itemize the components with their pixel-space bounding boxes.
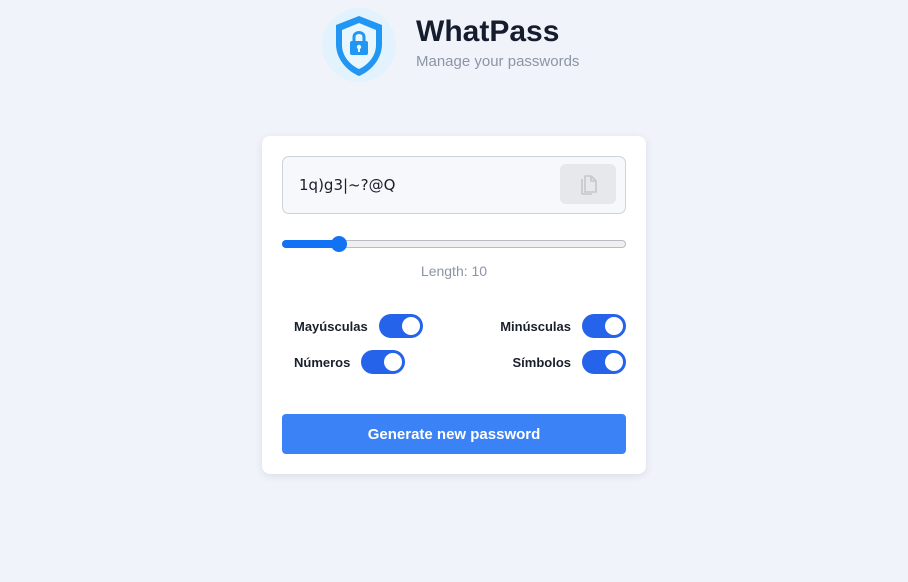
option-numbers: Números xyxy=(294,350,406,374)
app-subtitle: Manage your passwords xyxy=(416,52,580,70)
option-uppercase: Mayúsculas xyxy=(294,314,423,338)
symbols-toggle[interactable] xyxy=(582,350,626,374)
length-label: Length: 10 xyxy=(420,263,488,279)
slider-thumb[interactable] xyxy=(331,236,347,252)
copy-button[interactable] xyxy=(560,164,616,204)
app-header: WhatPass Manage your passwords xyxy=(322,8,579,82)
length-slider[interactable] xyxy=(282,236,626,252)
lowercase-label: Minúsculas xyxy=(500,318,571,334)
generator-card: 1q)g3|~?@Q Length: 10 Mayúsculas Minúscu… xyxy=(262,136,646,474)
toggle-knob xyxy=(384,353,403,371)
copy-icon xyxy=(581,175,597,195)
password-display[interactable]: 1q)g3|~?@Q xyxy=(282,156,626,214)
app-title: WhatPass xyxy=(416,14,560,48)
symbols-label: Símbolos xyxy=(512,354,571,370)
numbers-toggle[interactable] xyxy=(361,350,406,374)
numbers-label: Números xyxy=(294,354,351,370)
toggle-knob xyxy=(401,317,420,335)
shield-lock-icon xyxy=(322,8,396,82)
uppercase-label: Mayúsculas xyxy=(294,318,368,334)
lowercase-toggle[interactable] xyxy=(582,314,626,338)
toggle-knob xyxy=(605,353,623,371)
uppercase-toggle[interactable] xyxy=(378,314,423,338)
option-lowercase: Minúsculas xyxy=(500,314,626,338)
password-text[interactable]: 1q)g3|~?@Q xyxy=(299,176,395,194)
toggle-knob xyxy=(605,317,623,335)
generate-button[interactable]: Generate new password xyxy=(282,414,626,454)
brand-text: WhatPass Manage your passwords xyxy=(416,15,580,70)
option-symbols: Símbolos xyxy=(512,350,626,374)
